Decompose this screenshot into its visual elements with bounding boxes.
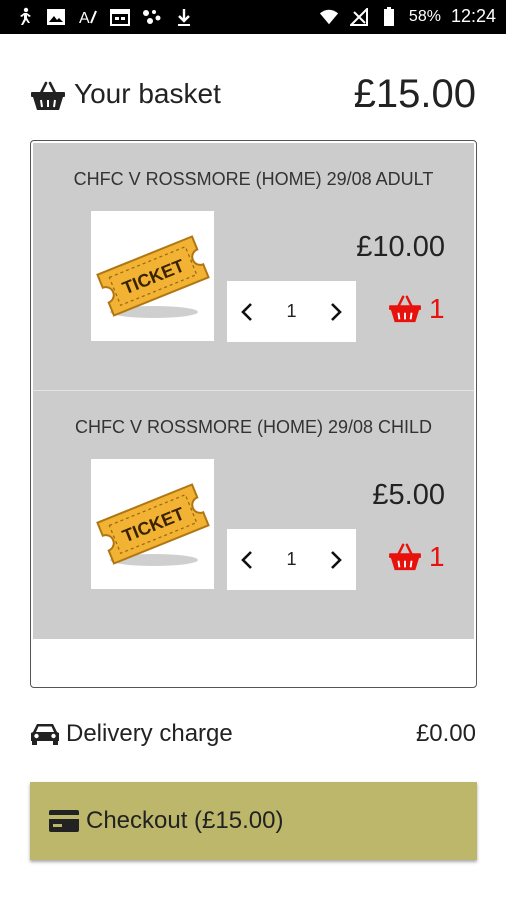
ticket-image: TICKET bbox=[91, 211, 214, 341]
increase-quantity-button[interactable] bbox=[316, 281, 356, 342]
chevron-left-icon bbox=[241, 550, 252, 569]
chevron-right-icon bbox=[331, 302, 342, 321]
text-style-icon: A bbox=[78, 7, 98, 27]
item-name: CHFC V ROSSMORE (HOME) 29/08 CHILD bbox=[74, 417, 433, 437]
chevron-left-icon bbox=[241, 302, 252, 321]
image-icon bbox=[46, 7, 66, 27]
decrease-quantity-button[interactable] bbox=[227, 281, 267, 342]
item-price: £5.00 bbox=[372, 479, 445, 511]
status-bar: A 58% 12:24 bbox=[0, 0, 506, 34]
decrease-quantity-button[interactable] bbox=[227, 529, 267, 590]
quantity-value: 1 bbox=[286, 549, 297, 569]
remove-item-button[interactable]: 1 bbox=[387, 541, 445, 573]
basket-remove-icon bbox=[389, 295, 421, 323]
item-price: £10.00 bbox=[356, 231, 445, 263]
basket-item: CHFC V ROSSMORE (HOME) 29/08 CHILD TICKE… bbox=[33, 391, 474, 639]
delivery-charge-row: Delivery charge £0.00 bbox=[30, 716, 476, 752]
svg-text:A: A bbox=[79, 10, 90, 27]
status-bar-notifications: A bbox=[14, 7, 194, 27]
increase-quantity-button[interactable] bbox=[316, 529, 356, 590]
basket-remove-icon bbox=[389, 543, 421, 571]
delivery-value: £0.00 bbox=[415, 720, 476, 747]
basket-total: £15.00 bbox=[353, 72, 476, 116]
battery-icon bbox=[379, 6, 399, 27]
basket-item: CHFC V ROSSMORE (HOME) 29/08 ADULT TICKE… bbox=[33, 143, 474, 391]
page-title: Your basket bbox=[74, 78, 221, 109]
car-icon bbox=[30, 722, 60, 746]
quantity-value: 1 bbox=[286, 301, 297, 321]
battery-percent: 58% bbox=[408, 7, 441, 25]
calendar-icon bbox=[110, 7, 130, 27]
ticket-image: TICKET bbox=[91, 459, 214, 589]
remove-count: 1 bbox=[429, 293, 445, 324]
remove-item-button[interactable]: 1 bbox=[387, 293, 445, 325]
chevron-right-icon bbox=[331, 550, 342, 569]
runner-icon bbox=[14, 7, 34, 27]
delivery-label: Delivery charge bbox=[66, 720, 233, 747]
checkout-button[interactable]: Checkout (£15.00) bbox=[30, 782, 477, 860]
status-bar-system: 58% 12:24 bbox=[319, 6, 496, 27]
download-icon bbox=[174, 7, 194, 27]
item-name: CHFC V ROSSMORE (HOME) 29/08 ADULT bbox=[73, 169, 434, 189]
credit-card-icon bbox=[48, 808, 80, 834]
dots-icon bbox=[142, 7, 162, 27]
clock: 12:24 bbox=[450, 6, 496, 26]
quantity-stepper: 1 bbox=[227, 529, 356, 590]
remove-count: 1 bbox=[429, 541, 445, 572]
wifi-icon bbox=[319, 7, 339, 27]
basket-icon bbox=[30, 80, 66, 112]
quantity-stepper: 1 bbox=[227, 281, 356, 342]
checkout-label: Checkout (£15.00) bbox=[86, 807, 284, 834]
basket-list[interactable]: CHFC V ROSSMORE (HOME) 29/08 ADULT TICKE… bbox=[30, 140, 477, 688]
basket-header: Your basket £15.00 bbox=[30, 68, 476, 128]
signal-icon bbox=[349, 7, 369, 27]
